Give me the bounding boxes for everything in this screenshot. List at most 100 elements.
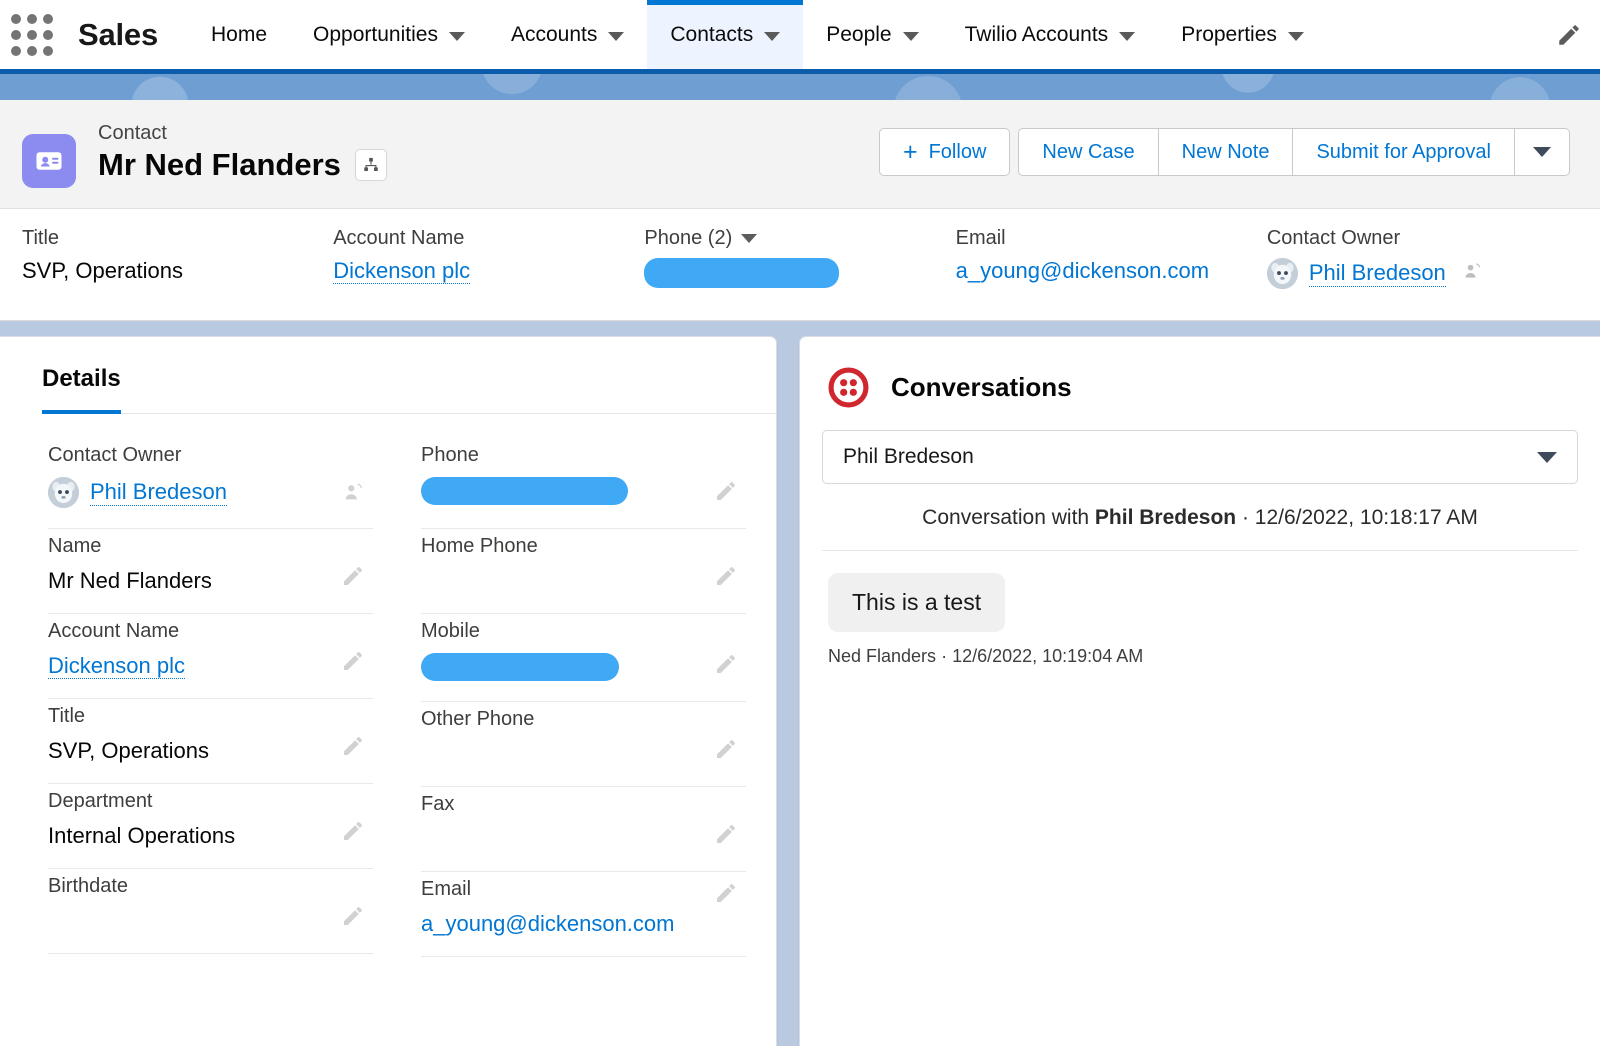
more-actions-button[interactable]	[1515, 128, 1570, 176]
chevron-down-icon	[764, 31, 781, 41]
conversation-meta-timestamp: 12/6/2022, 10:18:17 AM	[1254, 506, 1478, 529]
nav-item-list: Home Opportunities Accounts Contacts Peo…	[188, 0, 1538, 69]
contact-owner-link[interactable]: Phil Bredeson	[90, 479, 227, 507]
chevron-down-icon	[902, 31, 919, 41]
change-owner-icon[interactable]	[1463, 261, 1483, 287]
message-meta: Ned Flanders · 12/6/2022, 10:19:04 AM	[828, 646, 1578, 667]
details-left-column: Contact Owner Phil Bredeson Name Mr Ned …	[48, 444, 373, 957]
message-meta-sep: ·	[936, 646, 953, 666]
contact-owner-link[interactable]: Phil Bredeson	[1308, 260, 1446, 287]
new-note-button[interactable]: New Note	[1158, 128, 1294, 176]
new-case-button[interactable]: New Case	[1018, 128, 1159, 176]
pencil-icon[interactable]	[714, 737, 738, 766]
nav-item-opportunities[interactable]: Opportunities	[290, 0, 488, 69]
contact-card-icon	[22, 134, 76, 188]
field-value: SVP, Operations	[48, 738, 210, 763]
highlight-field-account-name: Account Name Dickenson plc	[333, 227, 644, 294]
conversation-select-value: Phil Bredeson	[843, 445, 974, 468]
pencil-icon[interactable]	[714, 564, 738, 593]
nav-item-accounts[interactable]: Accounts	[488, 0, 647, 69]
avatar	[48, 477, 79, 508]
submit-for-approval-button[interactable]: Submit for Approval	[1293, 128, 1515, 176]
action-button-group: New Case New Note Submit for Approval	[1018, 128, 1570, 176]
field-label: Home Phone	[421, 535, 538, 557]
message-list: This is a test Ned Flanders · 12/6/2022,…	[800, 551, 1600, 667]
details-field-grid: Contact Owner Phil Bredeson Name Mr Ned …	[0, 414, 776, 958]
nav-item-home[interactable]: Home	[188, 0, 290, 69]
pencil-icon[interactable]	[341, 734, 365, 763]
field-label: Title	[48, 705, 86, 727]
pencil-icon[interactable]	[341, 564, 365, 593]
main-content: Details Contact Owner Phil Bredeson Name…	[0, 321, 1600, 1046]
nav-item-label: Twilio Accounts	[964, 22, 1109, 46]
follow-button[interactable]: + Follow	[878, 128, 1011, 176]
app-launcher-button[interactable]	[0, 0, 56, 69]
conversations-card: Conversations Phil Bredeson Conversation…	[799, 336, 1600, 1046]
global-navigation-bar: Sales Home Opportunities Accounts Contac…	[0, 0, 1600, 69]
field-label: Fax	[421, 793, 455, 816]
message-author: Ned Flanders	[828, 646, 937, 666]
field-label: Department	[48, 790, 153, 812]
record-identity: Contact Mr Ned Flanders	[22, 122, 387, 188]
nav-item-people[interactable]: People	[803, 0, 941, 69]
hierarchy-icon	[364, 157, 378, 171]
pencil-icon[interactable]	[714, 479, 738, 508]
field-phone: Phone	[421, 444, 746, 529]
nav-item-contacts[interactable]: Contacts	[647, 0, 804, 69]
page-title: Mr Ned Flanders	[98, 147, 341, 182]
conversations-header: Conversations	[800, 337, 1600, 430]
view-hierarchy-button[interactable]	[354, 149, 387, 181]
object-type-label: Contact	[98, 122, 167, 144]
field-home-phone: Home Phone	[421, 529, 746, 614]
pencil-icon[interactable]	[714, 652, 738, 681]
account-name-link[interactable]: Dickenson plc	[333, 258, 471, 284]
highlight-field-title: Title SVP, Operations	[22, 227, 333, 294]
conversation-select[interactable]: Phil Bredeson	[822, 430, 1578, 484]
plus-icon: +	[902, 137, 918, 166]
field-mobile: Mobile	[421, 614, 746, 703]
change-owner-icon[interactable]	[343, 481, 365, 508]
nav-item-twilio-accounts[interactable]: Twilio Accounts	[942, 0, 1159, 69]
nav-item-properties[interactable]: Properties	[1158, 0, 1327, 69]
field-label-with-menu[interactable]: Phone (2)	[644, 227, 935, 250]
field-label: Email	[955, 227, 1006, 249]
email-link[interactable]: a_young@dickenson.com	[956, 258, 1209, 283]
field-value	[421, 826, 746, 854]
highlights-panel: Title SVP, Operations Account Name Dicke…	[0, 209, 1600, 321]
field-birthdate: Birthdate	[48, 869, 373, 954]
field-label: Contact Owner	[48, 444, 182, 466]
caret-down-icon	[741, 234, 758, 243]
edit-navigation-button[interactable]	[1538, 0, 1600, 69]
tab-list: Details	[0, 337, 776, 414]
nav-decorative-band	[0, 74, 1600, 100]
email-link[interactable]: a_young@dickenson.com	[421, 911, 674, 936]
field-department: Department Internal Operations	[48, 784, 373, 869]
conversations-title: Conversations	[891, 372, 1072, 402]
field-label: Account Name	[48, 620, 180, 642]
twilio-logo-icon	[828, 367, 869, 408]
highlight-field-contact-owner: Contact Owner Phil Bredeson	[1266, 227, 1578, 294]
app-name-label: Sales	[78, 16, 159, 52]
record-actions: + Follow New Case New Note Submit for Ap…	[878, 128, 1570, 176]
field-value: Mr Ned Flanders	[48, 568, 212, 593]
field-value: SVP, Operations	[22, 258, 184, 283]
pencil-icon[interactable]	[714, 881, 738, 910]
tab-details[interactable]: Details	[42, 365, 121, 414]
field-value: Internal Operations	[48, 823, 236, 848]
field-label: Other Phone	[421, 708, 535, 731]
field-label: Account Name	[333, 227, 465, 249]
pencil-icon[interactable]	[341, 649, 365, 678]
chevron-down-icon	[1119, 31, 1136, 41]
pencil-icon[interactable]	[714, 822, 738, 851]
field-label: Contact Owner	[1266, 227, 1401, 249]
field-label: Phone	[421, 444, 479, 466]
field-other-phone: Other Phone	[421, 702, 746, 788]
account-name-link[interactable]: Dickenson plc	[48, 653, 185, 679]
pencil-icon[interactable]	[341, 904, 365, 933]
field-value	[48, 908, 373, 936]
pencil-icon[interactable]	[341, 819, 365, 848]
nav-item-label: Accounts	[510, 22, 598, 46]
redacted-phone-value	[421, 477, 628, 505]
message-timestamp: 12/6/2022, 10:19:04 AM	[952, 646, 1144, 666]
highlight-field-email: Email a_young@dickenson.com	[956, 227, 1267, 294]
